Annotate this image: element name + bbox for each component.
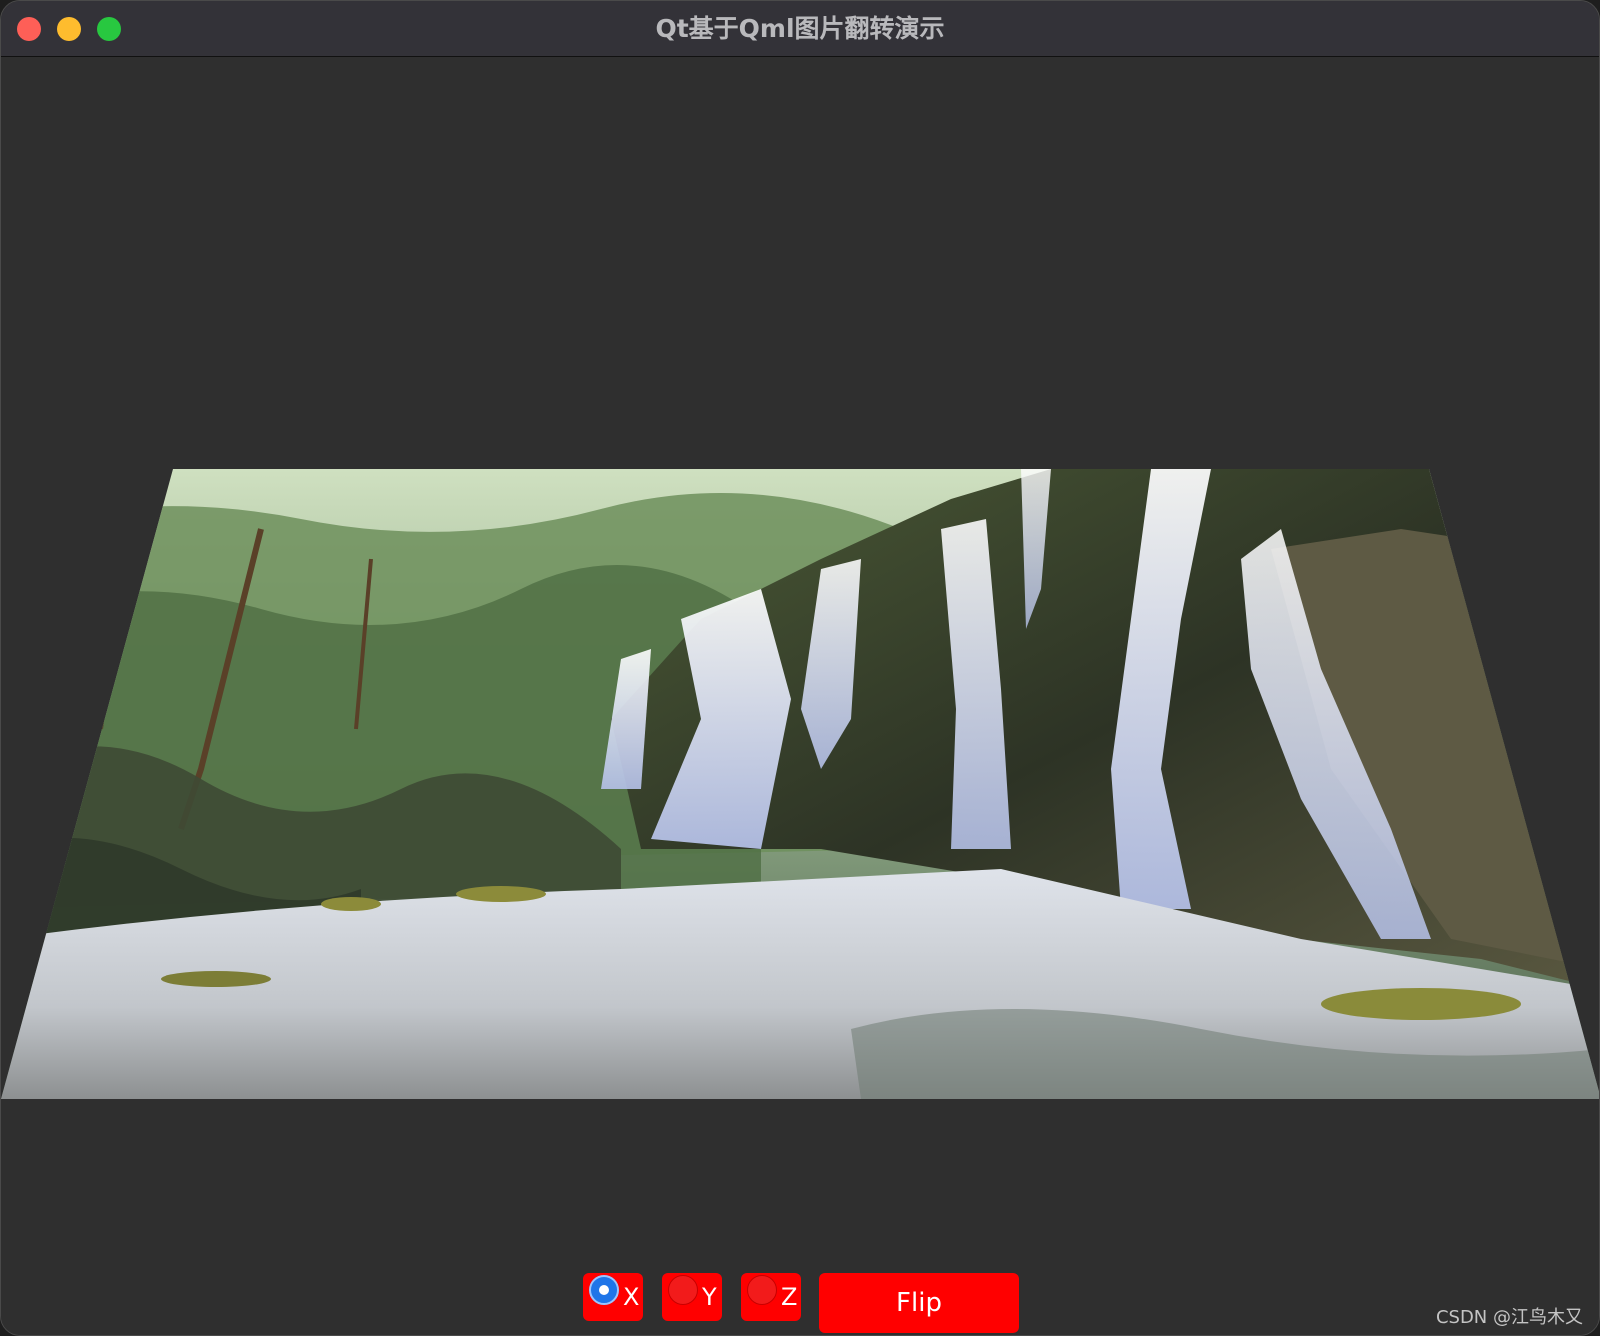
- flipped-image: [1, 469, 1599, 1099]
- flip-button[interactable]: Flip: [819, 1273, 1019, 1333]
- window-title: Qt基于Qml图片翻转演示: [655, 14, 945, 43]
- axis-y-label: Y: [702, 1283, 717, 1311]
- axis-x-radio[interactable]: X: [583, 1273, 643, 1321]
- axis-z-label: Z: [781, 1283, 798, 1311]
- watermark: CSDN @江鸟木又: [1435, 1307, 1583, 1328]
- axis-x-label: X: [623, 1283, 640, 1311]
- axis-z-radio[interactable]: Z: [741, 1273, 801, 1321]
- radio-unchecked-icon: [668, 1275, 698, 1305]
- content-area: X Y Z Flip CSDN @江鸟木又: [1, 57, 1599, 1335]
- title-bar[interactable]: Qt基于Qml图片翻转演示: [1, 1, 1599, 57]
- app-window: Qt基于Qml图片翻转演示 X Y Z Flip CSDN @江鸟木又: [0, 0, 1600, 1336]
- radio-unchecked-icon: [747, 1275, 777, 1305]
- radio-checked-icon: [589, 1275, 619, 1305]
- controls-bar: X Y Z Flip: [1, 1265, 1599, 1335]
- waterfall-photo: [1, 469, 1599, 1099]
- axis-y-radio[interactable]: Y: [662, 1273, 722, 1321]
